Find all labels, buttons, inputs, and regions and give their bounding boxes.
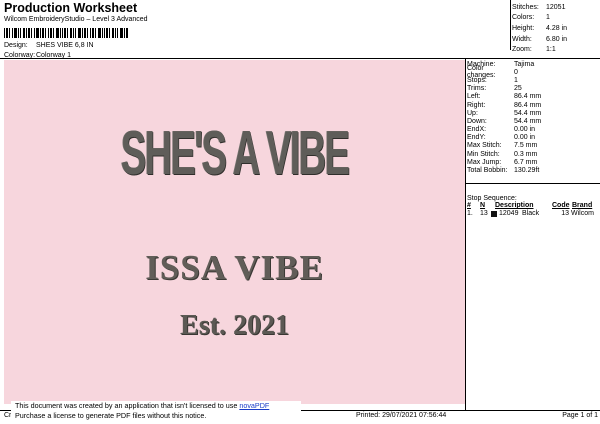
- stat-row: Width: 6.80 in: [512, 34, 567, 45]
- license-notice: This document was created by an applicat…: [11, 401, 301, 421]
- stat-label: Stitches:: [512, 3, 539, 11]
- stats-panel: Stitches: 12051 Colors: 1 Height: 4.28 in W…: [512, 2, 567, 55]
- stat-value: 1: [546, 14, 550, 22]
- stat-label: Zoom:: [512, 46, 532, 54]
- stop-sequence-header: # N Description Code Brand: [467, 202, 598, 209]
- row-num: 1.: [467, 210, 473, 217]
- barcode-icon: [4, 28, 128, 38]
- col-header: Description: [495, 202, 534, 209]
- machine-value: 6.7 mm: [514, 158, 538, 166]
- page-title: Production Worksheet: [4, 1, 138, 15]
- design-row: Design: SHES VIBE 6,8 IN: [4, 42, 94, 49]
- table-row: 1. 13 12049 Black 13 Wilcom: [467, 210, 598, 217]
- design-text-line1: SHE'S A VIBE: [120, 119, 350, 188]
- machine-value: 0: [514, 68, 518, 76]
- machine-label: Stops:: [467, 76, 487, 84]
- panel-divider: [465, 58, 466, 410]
- design-label: Design:: [4, 42, 28, 49]
- machine-label: Max Jump:: [467, 158, 502, 166]
- machine-row: Left: 86.4 mm: [467, 93, 598, 101]
- col-header: #: [467, 202, 471, 209]
- row-description: Black: [522, 210, 540, 217]
- stat-label: Height:: [512, 24, 535, 32]
- machine-value: 54.4 mm: [514, 109, 542, 117]
- machine-row: EndY: 0.00 in: [467, 134, 598, 142]
- stop-sequence-table: Stop Sequence: # N Description Code Bran…: [467, 195, 598, 217]
- machine-label: Down:: [467, 117, 487, 125]
- machine-row: EndX: 0.00 in: [467, 126, 598, 134]
- software-subtitle: Wilcom EmbroideryStudio – Level 3 Advanc…: [4, 16, 148, 23]
- machine-label: Up:: [467, 109, 478, 117]
- machine-info-panel: Machine: Tajima Color changes: 0 Stops: 1 Trim…: [467, 60, 598, 175]
- machine-value: 86.4 mm: [514, 101, 542, 109]
- notice-text: This document was created by an applicat…: [15, 401, 238, 410]
- machine-value: 1: [514, 76, 518, 84]
- novapdf-link[interactable]: novaPDF: [239, 401, 269, 410]
- machine-label: EndY:: [467, 134, 486, 142]
- machine-label: EndX:: [467, 126, 487, 134]
- machine-row: Total Bobbin: 130.29ft: [467, 166, 598, 174]
- stats-divider: [510, 0, 511, 50]
- design-preview: SHE'S A VIBE ISSA VIBE Est. 2021: [4, 60, 465, 404]
- machine-value: Tajima: [514, 60, 535, 68]
- machine-row: Down: 54.4 mm: [467, 117, 598, 125]
- stat-row: Height: 4.28 in: [512, 23, 567, 34]
- stat-value: 1:1: [546, 46, 556, 54]
- col-header: N: [480, 202, 486, 209]
- stat-value: 4.28 in: [546, 24, 568, 32]
- machine-value: 130.29ft: [514, 167, 540, 175]
- printed-timestamp: Printed: 29/07/2021 07:56:44: [356, 412, 447, 419]
- col-header: Brand: [572, 202, 593, 209]
- machine-row: Min Stitch: 0.3 mm: [467, 150, 598, 158]
- stop-sequence-title: Stop Sequence:: [467, 195, 517, 202]
- row-code-id: 12049: [499, 210, 519, 217]
- stat-label: Colors:: [512, 14, 535, 22]
- machine-value: 0.00 in: [514, 126, 536, 134]
- design-value: SHES VIBE 6,8 IN: [36, 42, 94, 49]
- machine-value: 86.4 mm: [514, 93, 542, 101]
- machine-row: Trims: 25: [467, 85, 598, 93]
- page-number: Page 1 of 1: [562, 412, 598, 419]
- row-code: 13: [561, 210, 569, 217]
- machine-label: Total Bobbin:: [467, 167, 508, 175]
- notice-line2: Purchase a license to generate PDF files…: [15, 411, 207, 420]
- machine-label: Max Stitch:: [467, 142, 502, 150]
- machine-label: Right:: [467, 101, 486, 109]
- design-text-line3: Est. 2021: [180, 310, 289, 341]
- stat-label: Width:: [512, 35, 532, 43]
- stat-value: 6.80 in: [546, 35, 568, 43]
- machine-row: Right: 86.4 mm: [467, 101, 598, 109]
- machine-value: 7.5 mm: [514, 142, 538, 150]
- machine-label: Trims:: [467, 85, 487, 93]
- machine-row: Up: 54.4 mm: [467, 109, 598, 117]
- machine-label: Min Stitch:: [467, 150, 500, 158]
- thread-swatch-icon: [491, 210, 497, 217]
- stat-row: Zoom: 1:1: [512, 44, 567, 55]
- machine-value: 54.4 mm: [514, 117, 542, 125]
- machine-row: Color changes: 0: [467, 65, 598, 79]
- stat-row: Colors: 1: [512, 13, 567, 24]
- machine-label: Left:: [467, 93, 481, 101]
- design-text-line2: ISSA VIBE: [145, 248, 324, 287]
- notice-line1: This document was created by an applicat…: [15, 401, 301, 411]
- row-brand: Wilcom: [571, 210, 594, 217]
- col-header: Code: [552, 202, 570, 209]
- machine-divider: [465, 183, 600, 184]
- machine-value: 25: [514, 85, 522, 93]
- row-n: 13: [480, 210, 488, 217]
- machine-row: Stops: 1: [467, 76, 598, 84]
- header-divider: [0, 58, 600, 59]
- stat-value: 12051: [546, 3, 566, 11]
- stat-row: Stitches: 12051: [512, 2, 567, 13]
- machine-value: 0.00 in: [514, 134, 536, 142]
- machine-row: Max Jump: 6.7 mm: [467, 158, 598, 166]
- machine-row: Max Stitch: 7.5 mm: [467, 142, 598, 150]
- machine-value: 0.3 mm: [514, 150, 538, 158]
